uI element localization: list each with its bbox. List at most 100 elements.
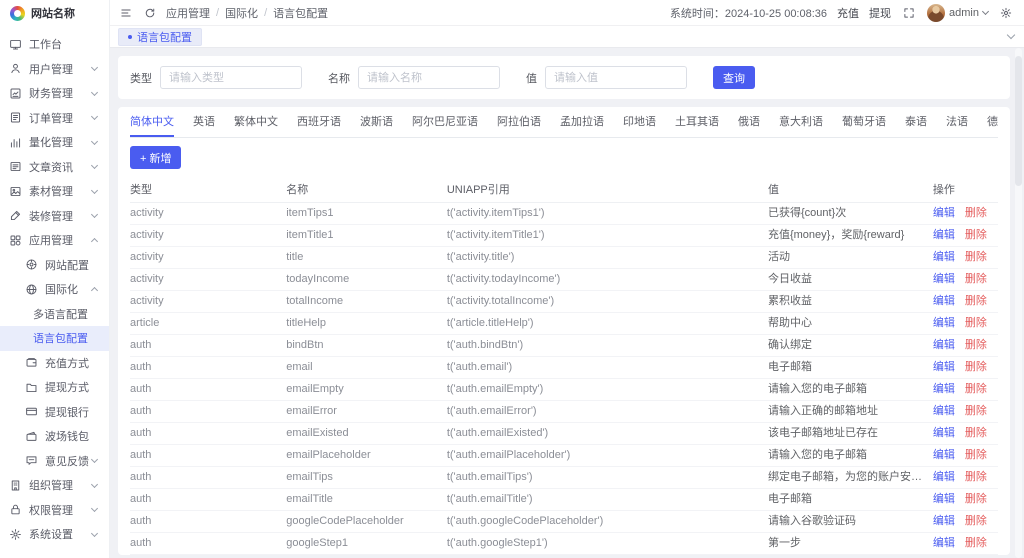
lang-tab[interactable]: 孟加拉语 [560,113,604,137]
edit-link[interactable]: 编辑 [933,251,955,263]
lang-tab[interactable]: 简体中文 [130,113,174,137]
sidebar-item-quant-mgmt[interactable]: 量化管理 [0,130,109,155]
filter-name-input[interactable] [358,66,500,89]
sidebar-item-material-mgmt[interactable]: 素材管理 [0,179,109,204]
sidebar-item-sys-settings[interactable]: 系统设置 [0,522,109,547]
fullscreen-icon[interactable] [901,5,917,21]
avatar[interactable] [927,3,946,22]
lang-tab[interactable]: 土耳其语 [675,113,719,137]
sidebar-item-app-mgmt[interactable]: 应用管理 [0,228,109,253]
delete-link[interactable]: 删除 [965,207,987,219]
edit-link[interactable]: 编辑 [933,537,955,549]
edit-link[interactable]: 编辑 [933,207,955,219]
card-icon [25,405,38,418]
delete-link[interactable]: 删除 [965,537,987,549]
lang-tab[interactable]: 繁体中文 [234,113,278,137]
edit-link[interactable]: 编辑 [933,449,955,461]
edit-link[interactable]: 编辑 [933,515,955,527]
lang-tab[interactable]: 德语 [987,113,998,137]
delete-link[interactable]: 删除 [965,449,987,461]
tab-lang-pack-config[interactable]: 语言包配置 [118,27,202,46]
edit-link[interactable]: 编辑 [933,229,955,241]
lang-tab[interactable]: 阿拉伯语 [497,113,541,137]
delete-link[interactable]: 删除 [965,515,987,527]
delete-link[interactable]: 删除 [965,339,987,351]
delete-link[interactable]: 删除 [965,251,987,263]
filter-value-input[interactable] [545,66,687,89]
sidebar-item-perm-mgmt[interactable]: 权限管理 [0,498,109,523]
scrollbar-thumb[interactable] [1015,56,1022,186]
cell-type: auth [130,532,287,555]
sidebar-item-recharge-method[interactable]: 充值方式 [0,351,109,376]
edit-link[interactable]: 编辑 [933,361,955,373]
delete-link[interactable]: 删除 [965,471,987,483]
edit-link[interactable]: 编辑 [933,317,955,329]
edit-link[interactable]: 编辑 [933,427,955,439]
lang-tab[interactable]: 西班牙语 [297,113,341,137]
tabbar-chevron-down-icon[interactable] [1006,30,1016,40]
edit-link[interactable]: 编辑 [933,273,955,285]
cell-value: 请输入谷歌验证码 [767,510,933,533]
app-icon [9,234,22,247]
sidebar-item-lang-pack-config[interactable]: 语言包配置 [0,326,109,351]
sidebar-item-article-news[interactable]: 文章资讯 [0,155,109,180]
lang-tab[interactable]: 泰语 [905,113,927,137]
withdraw-link[interactable]: 提现 [869,5,891,21]
cell-value: 绑定电子邮箱，为您的账户安全提供了另... [767,466,933,489]
lang-tab[interactable]: 葡萄牙语 [842,113,886,137]
sidebar-item-tron-wallet[interactable]: 波场钱包 [0,424,109,449]
breadcrumb-item[interactable]: 国际化 [225,5,258,21]
delete-link[interactable]: 删除 [965,493,987,505]
sidebar-item-feedback[interactable]: 意见反馈 [0,449,109,474]
delete-link[interactable]: 删除 [965,405,987,417]
edit-link[interactable]: 编辑 [933,471,955,483]
filter-type-input[interactable] [160,66,302,89]
sidebar-item-site-config[interactable]: 网站配置 [0,253,109,278]
cell-value: 该电子邮箱地址已存在 [767,422,933,445]
sidebar-item-withdraw-bank[interactable]: 提现银行 [0,400,109,425]
sidebar-item-workbench[interactable]: 工作台 [0,32,109,57]
sidebar-item-finance-mgmt[interactable]: 财务管理 [0,81,109,106]
lang-tab[interactable]: 俄语 [738,113,760,137]
add-button[interactable]: + 新增 [130,146,182,169]
sidebar-item-decor-mgmt[interactable]: 装修管理 [0,204,109,229]
breadcrumb-item[interactable]: 语言包配置 [273,5,328,21]
lang-tab[interactable]: 波斯语 [360,113,393,137]
edit-link[interactable]: 编辑 [933,295,955,307]
settings-gear-icon[interactable] [998,5,1014,21]
cell-actions: 编辑删除 [932,532,998,555]
delete-link[interactable]: 删除 [965,229,987,241]
lang-tab[interactable]: 印地语 [623,113,656,137]
sidebar-item-withdraw-method[interactable]: 提现方式 [0,375,109,400]
lang-tab[interactable]: 法语 [946,113,968,137]
refresh-icon[interactable] [142,5,158,21]
delete-link[interactable]: 删除 [965,317,987,329]
recharge-link[interactable]: 充值 [837,5,859,21]
sidebar-item-user-mgmt[interactable]: 用户管理 [0,57,109,82]
delete-link[interactable]: 删除 [965,295,987,307]
sidebar-item-order-mgmt[interactable]: 订单管理 [0,106,109,131]
delete-link[interactable]: 删除 [965,361,987,373]
sidebar-item-org-mgmt[interactable]: 组织管理 [0,473,109,498]
lang-tab[interactable]: 英语 [193,113,215,137]
cell-type: activity [130,202,287,225]
sidebar-item-multi-lang-config[interactable]: 多语言配置 [0,302,109,327]
lang-tab[interactable]: 阿尔巴尼亚语 [412,113,478,137]
edit-link[interactable]: 编辑 [933,383,955,395]
breadcrumb-item[interactable]: 应用管理 [166,5,210,21]
edit-link[interactable]: 编辑 [933,405,955,417]
cell-name: itemTips1 [286,202,447,225]
delete-link[interactable]: 删除 [965,427,987,439]
cell-type: auth [130,444,287,467]
sidebar-item-i18n[interactable]: 国际化 [0,277,109,302]
search-button[interactable]: 查询 [713,66,755,89]
lang-tab[interactable]: 意大利语 [779,113,823,137]
edit-link[interactable]: 编辑 [933,493,955,505]
user-menu[interactable]: admin [927,3,990,22]
delete-link[interactable]: 删除 [965,273,987,285]
collapse-menu-icon[interactable] [118,5,134,21]
delete-link[interactable]: 删除 [965,383,987,395]
chevron-down-icon [90,529,99,537]
table-row: auth emailError t('auth.emailError') 请输入正确的… [130,400,998,423]
edit-link[interactable]: 编辑 [933,339,955,351]
